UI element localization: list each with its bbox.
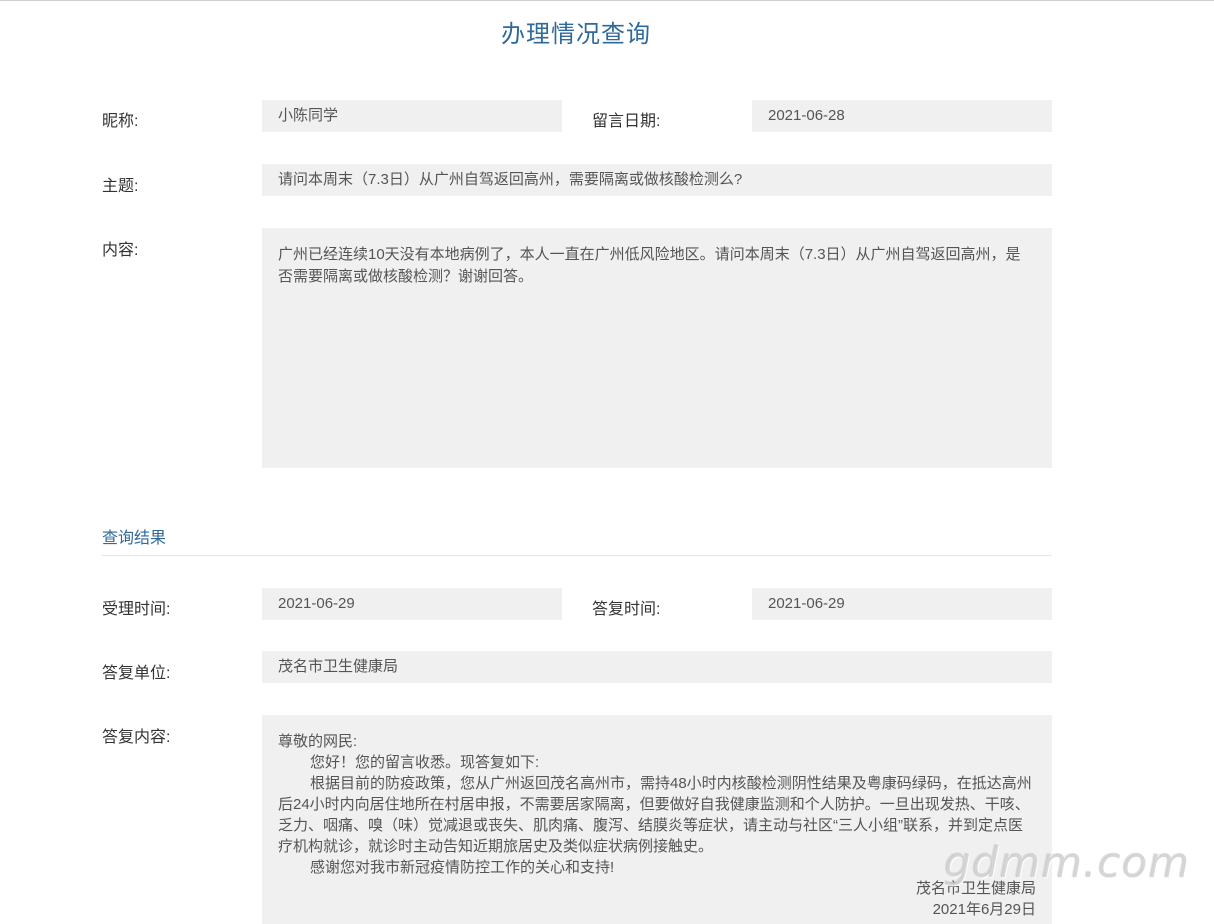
reply-time-label: 答复时间: [592, 601, 661, 618]
accepted-time-field[interactable]: 2021-06-29 [262, 588, 562, 620]
nickname-field[interactable]: 小陈同学 [262, 100, 562, 132]
reply-time-field[interactable]: 2021-06-29 [752, 588, 1052, 620]
content-textarea[interactable]: 广州已经连续10天没有本地病例了，本人一直在广州低风险地区。请问本周末（7.3日… [262, 228, 1052, 468]
subject-field[interactable]: 请问本周末（7.3日）从广州自驾返回高州，需要隔离或做核酸检测么? [262, 164, 1052, 196]
subject-label: 主题: [102, 178, 139, 195]
reply-line-3: 感谢您对我市新冠疫情防控工作的关心和支持! [310, 859, 615, 876]
reply-greeting: 尊敬的网民: [278, 733, 358, 750]
result-section-title: 查询结果 [102, 530, 167, 547]
reply-content-label: 答复内容: [102, 729, 171, 746]
reply-line-1: 您好！您的留言收悉。现答复如下: [310, 754, 540, 771]
reply-unit-field[interactable]: 茂名市卫生健康局 [262, 651, 1052, 683]
date-label: 留言日期: [592, 113, 661, 130]
section-divider [102, 555, 1052, 556]
reply-unit-label: 答复单位: [102, 665, 171, 682]
nickname-label: 昵称: [102, 113, 139, 130]
reply-sign-date: 2021年6月29日 [932, 901, 1036, 918]
reply-line-2: 根据目前的防疫政策，您从广州返回茂名高州市，需持48小时内核酸检测阴性结果及粤康… [278, 775, 1032, 855]
top-divider [0, 0, 1214, 1]
accepted-time-label: 受理时间: [102, 601, 171, 618]
reply-content-area[interactable]: 尊敬的网民: 您好！您的留言收悉。现答复如下: 根据目前的防疫政策，您从广州返回… [262, 715, 1052, 924]
content-label: 内容: [102, 242, 139, 259]
watermark-logo: gdmm.com [944, 838, 1191, 887]
page-title: 办理情况查询 [501, 21, 651, 48]
date-field[interactable]: 2021-06-28 [752, 100, 1052, 132]
reply-signature: 茂名市卫生健康局 [915, 880, 1036, 897]
